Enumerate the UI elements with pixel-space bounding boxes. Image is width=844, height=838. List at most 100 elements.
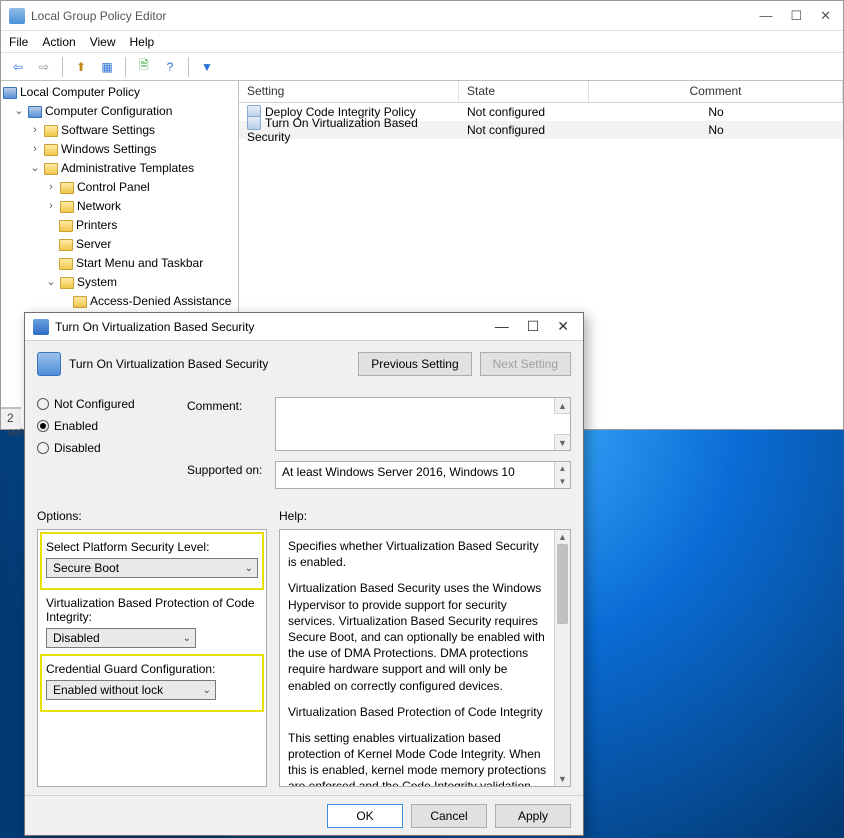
next-setting-button[interactable]: Next Setting bbox=[480, 352, 571, 376]
policy-large-icon bbox=[37, 352, 61, 376]
menu-help[interactable]: Help bbox=[130, 35, 155, 49]
dialog-title: Turn On Virtualization Based Security bbox=[55, 320, 254, 334]
folder-icon bbox=[59, 258, 73, 270]
folder-icon bbox=[60, 201, 74, 213]
minimize-button[interactable]: — bbox=[759, 8, 772, 24]
help-text: Virtualization Based Security uses the W… bbox=[288, 580, 548, 693]
row-comment: No bbox=[589, 105, 843, 119]
previous-setting-button[interactable]: Previous Setting bbox=[358, 352, 471, 376]
tree-software-settings[interactable]: Software Settings bbox=[61, 122, 155, 139]
up-button[interactable]: ⬆ bbox=[70, 56, 92, 78]
tree-printers[interactable]: Printers bbox=[76, 217, 117, 234]
export-list-button[interactable]: 🗎 bbox=[133, 56, 155, 78]
tree-start-menu[interactable]: Start Menu and Taskbar bbox=[76, 255, 203, 272]
dialog-maximize-button[interactable]: ☐ bbox=[527, 318, 540, 335]
expander-icon[interactable]: › bbox=[29, 141, 41, 158]
col-setting[interactable]: Setting bbox=[239, 81, 459, 102]
credential-guard-group: Credential Guard Configuration: Enabled … bbox=[40, 654, 264, 712]
row-name: Turn On Virtualization Based Security bbox=[247, 116, 418, 145]
close-button[interactable]: ✕ bbox=[820, 8, 831, 24]
dialog-minimize-button[interactable]: — bbox=[495, 318, 509, 335]
tree-server[interactable]: Server bbox=[76, 236, 111, 253]
maximize-button[interactable]: ☐ bbox=[790, 8, 802, 24]
statusbar: 2 setting(s) bbox=[1, 407, 21, 429]
expander-icon[interactable]: › bbox=[45, 179, 57, 196]
window-title: Local Group Policy Editor bbox=[31, 9, 759, 23]
show-hide-tree-button[interactable]: ▦ bbox=[96, 56, 118, 78]
credential-guard-dropdown[interactable]: Enabled without lock ⌄ bbox=[46, 680, 216, 700]
tree-access-denied[interactable]: Access-Denied Assistance bbox=[90, 293, 231, 310]
dialog-titlebar[interactable]: Turn On Virtualization Based Security — … bbox=[25, 313, 583, 341]
scroll-up-icon[interactable]: ▲ bbox=[554, 398, 570, 414]
radio-enabled[interactable]: Enabled bbox=[37, 419, 157, 433]
tree-network[interactable]: Network bbox=[77, 198, 121, 215]
radio-icon bbox=[37, 442, 49, 454]
scroll-up-icon[interactable]: ▲ bbox=[555, 530, 570, 544]
scrollbar-thumb[interactable] bbox=[557, 544, 568, 624]
dialog-body: Turn On Virtualization Based Security Pr… bbox=[25, 341, 583, 795]
list-rows: Deploy Code Integrity Policy Not configu… bbox=[239, 103, 843, 139]
tree-root[interactable]: Local Computer Policy bbox=[20, 84, 140, 101]
vbp-label: Virtualization Based Protection of Code … bbox=[46, 596, 258, 624]
scroll-up-icon[interactable]: ▲ bbox=[554, 462, 570, 475]
help-heading: Help: bbox=[279, 509, 571, 523]
menu-view[interactable]: View bbox=[90, 35, 116, 49]
help-text: Virtualization Based Protection of Code … bbox=[288, 704, 548, 720]
menu-file[interactable]: File bbox=[9, 35, 28, 49]
ok-button[interactable]: OK bbox=[327, 804, 403, 828]
toolbar-separator bbox=[188, 57, 189, 77]
help-button[interactable]: ? bbox=[159, 56, 181, 78]
policy-icon bbox=[3, 87, 17, 99]
radio-not-configured[interactable]: Not Configured bbox=[37, 397, 157, 411]
menu-action[interactable]: Action bbox=[42, 35, 75, 49]
expander-icon[interactable]: › bbox=[45, 198, 57, 215]
scroll-down-icon[interactable]: ▼ bbox=[554, 434, 570, 450]
tree-computer-config[interactable]: Computer Configuration bbox=[45, 103, 172, 120]
expander-icon[interactable]: ⌄ bbox=[29, 160, 41, 177]
supported-on-text: At least Windows Server 2016, Windows 10 bbox=[282, 465, 515, 479]
credential-guard-label: Credential Guard Configuration: bbox=[46, 662, 258, 676]
titlebar[interactable]: Local Group Policy Editor — ☐ ✕ bbox=[1, 1, 843, 31]
help-scrollbar[interactable]: ▲ ▼ bbox=[554, 530, 570, 786]
options-heading: Options: bbox=[37, 509, 267, 523]
col-comment[interactable]: Comment bbox=[589, 81, 843, 102]
help-text: This setting enables virtualization base… bbox=[288, 730, 548, 787]
cancel-button[interactable]: Cancel bbox=[411, 804, 487, 828]
tree-control-panel[interactable]: Control Panel bbox=[77, 179, 150, 196]
scroll-down-icon[interactable]: ▼ bbox=[555, 772, 570, 786]
tree-windows-settings[interactable]: Windows Settings bbox=[61, 141, 156, 158]
setting-row[interactable]: Turn On Virtualization Based Security No… bbox=[239, 121, 843, 139]
forward-button[interactable]: ⇨ bbox=[33, 56, 55, 78]
folder-icon bbox=[59, 239, 73, 251]
expander-icon[interactable]: ⌄ bbox=[13, 103, 25, 120]
platform-security-dropdown[interactable]: Secure Boot ⌄ bbox=[46, 558, 258, 578]
apply-button[interactable]: Apply bbox=[495, 804, 571, 828]
expander-icon[interactable]: ⌄ bbox=[45, 274, 57, 291]
options-box: Select Platform Security Level: Secure B… bbox=[37, 529, 267, 787]
comment-input[interactable]: ▲ ▼ bbox=[275, 397, 571, 451]
col-state[interactable]: State bbox=[459, 81, 589, 102]
toolbar: ⇦ ⇨ ⬆ ▦ 🗎 ? ▼ bbox=[1, 53, 843, 81]
radio-label: Enabled bbox=[54, 419, 98, 433]
dialog-icon bbox=[33, 319, 49, 335]
folder-icon bbox=[60, 277, 74, 289]
folder-icon bbox=[44, 125, 58, 137]
supported-label: Supported on: bbox=[187, 461, 267, 477]
dialog-close-button[interactable]: ✕ bbox=[557, 318, 569, 335]
vbp-dropdown[interactable]: Disabled ⌄ bbox=[46, 628, 196, 648]
expander-icon[interactable]: › bbox=[29, 122, 41, 139]
menubar: File Action View Help bbox=[1, 31, 843, 53]
radio-disabled[interactable]: Disabled bbox=[37, 441, 157, 455]
row-state: Not configured bbox=[459, 105, 589, 119]
chevron-down-icon: ⌄ bbox=[245, 563, 253, 574]
tree-system[interactable]: System bbox=[77, 274, 117, 291]
computer-icon bbox=[28, 106, 42, 118]
radio-icon bbox=[37, 398, 49, 410]
supported-on-box: At least Windows Server 2016, Windows 10… bbox=[275, 461, 571, 489]
tree-admin-templates[interactable]: Administrative Templates bbox=[61, 160, 194, 177]
chevron-down-icon: ⌄ bbox=[183, 633, 191, 644]
back-button[interactable]: ⇦ bbox=[7, 56, 29, 78]
row-state: Not configured bbox=[459, 123, 589, 137]
scroll-down-icon[interactable]: ▼ bbox=[554, 475, 570, 488]
filter-button[interactable]: ▼ bbox=[196, 56, 218, 78]
